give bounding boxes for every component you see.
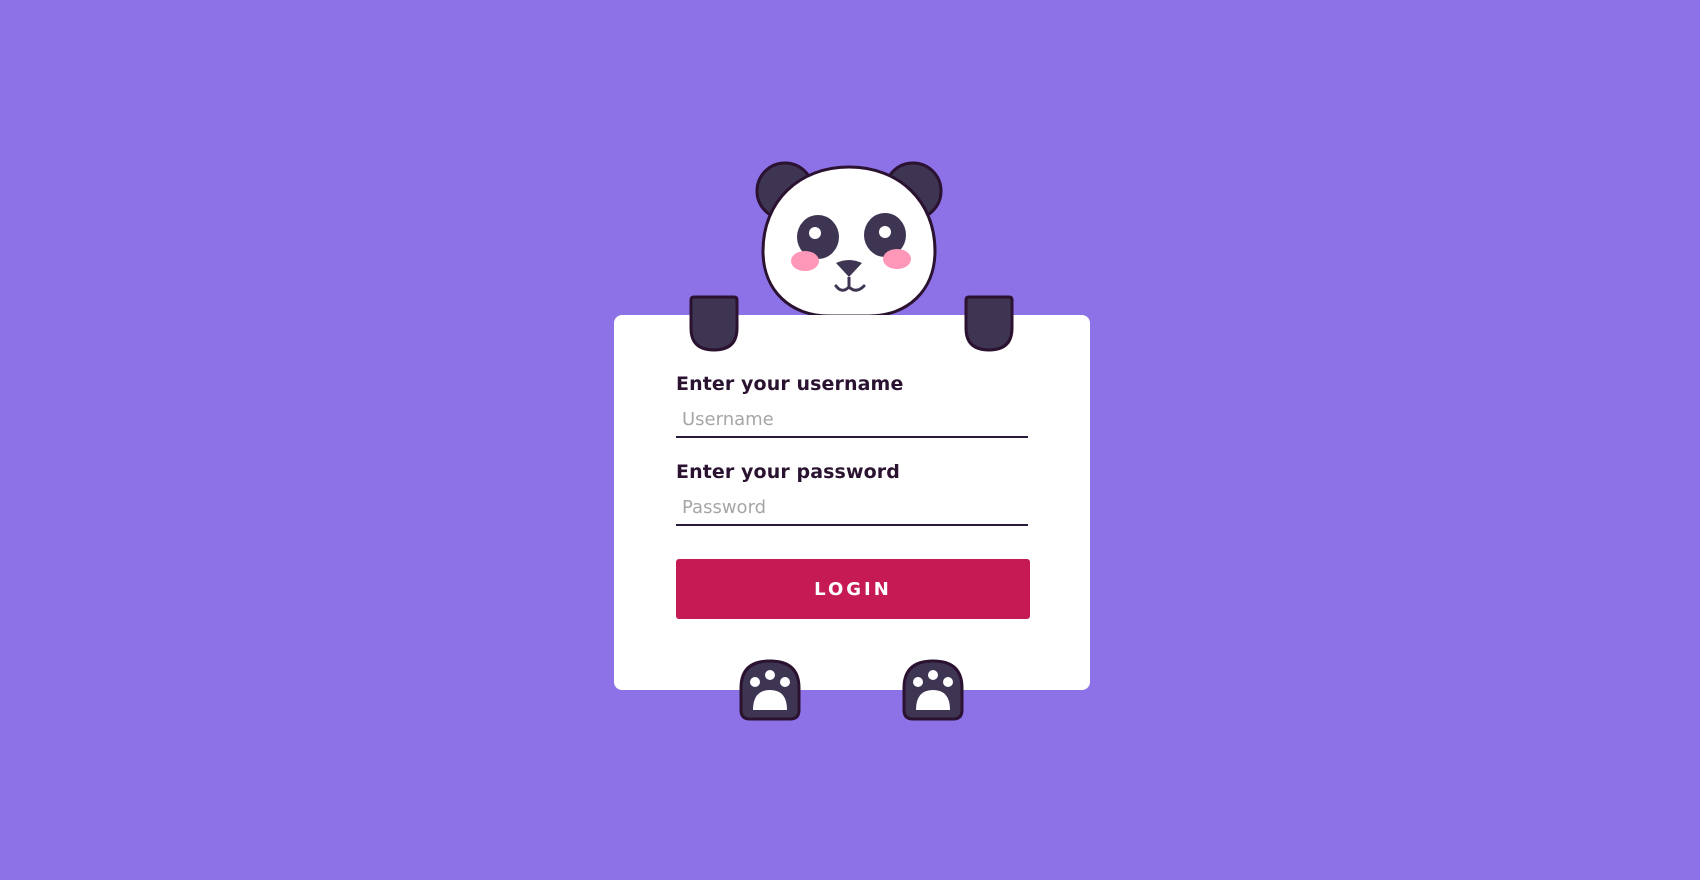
- login-page: Enter your username Enter your password …: [0, 0, 1700, 880]
- panda-head-icon: [749, 159, 949, 319]
- password-group: Enter your password: [676, 458, 1030, 526]
- panda-hand-icon: [688, 295, 740, 353]
- login-button[interactable]: LOGIN: [676, 559, 1030, 619]
- username-input[interactable]: [676, 398, 1028, 438]
- panda-paw-icon: [738, 658, 802, 722]
- password-input[interactable]: [676, 486, 1028, 526]
- username-group: Enter your username: [676, 370, 1030, 438]
- panda-hand-icon: [963, 295, 1015, 353]
- password-label: Enter your password: [676, 461, 900, 483]
- panda-paw-icon: [901, 658, 965, 722]
- login-form: Enter your username Enter your password …: [676, 370, 1030, 619]
- username-label: Enter your username: [676, 373, 904, 395]
